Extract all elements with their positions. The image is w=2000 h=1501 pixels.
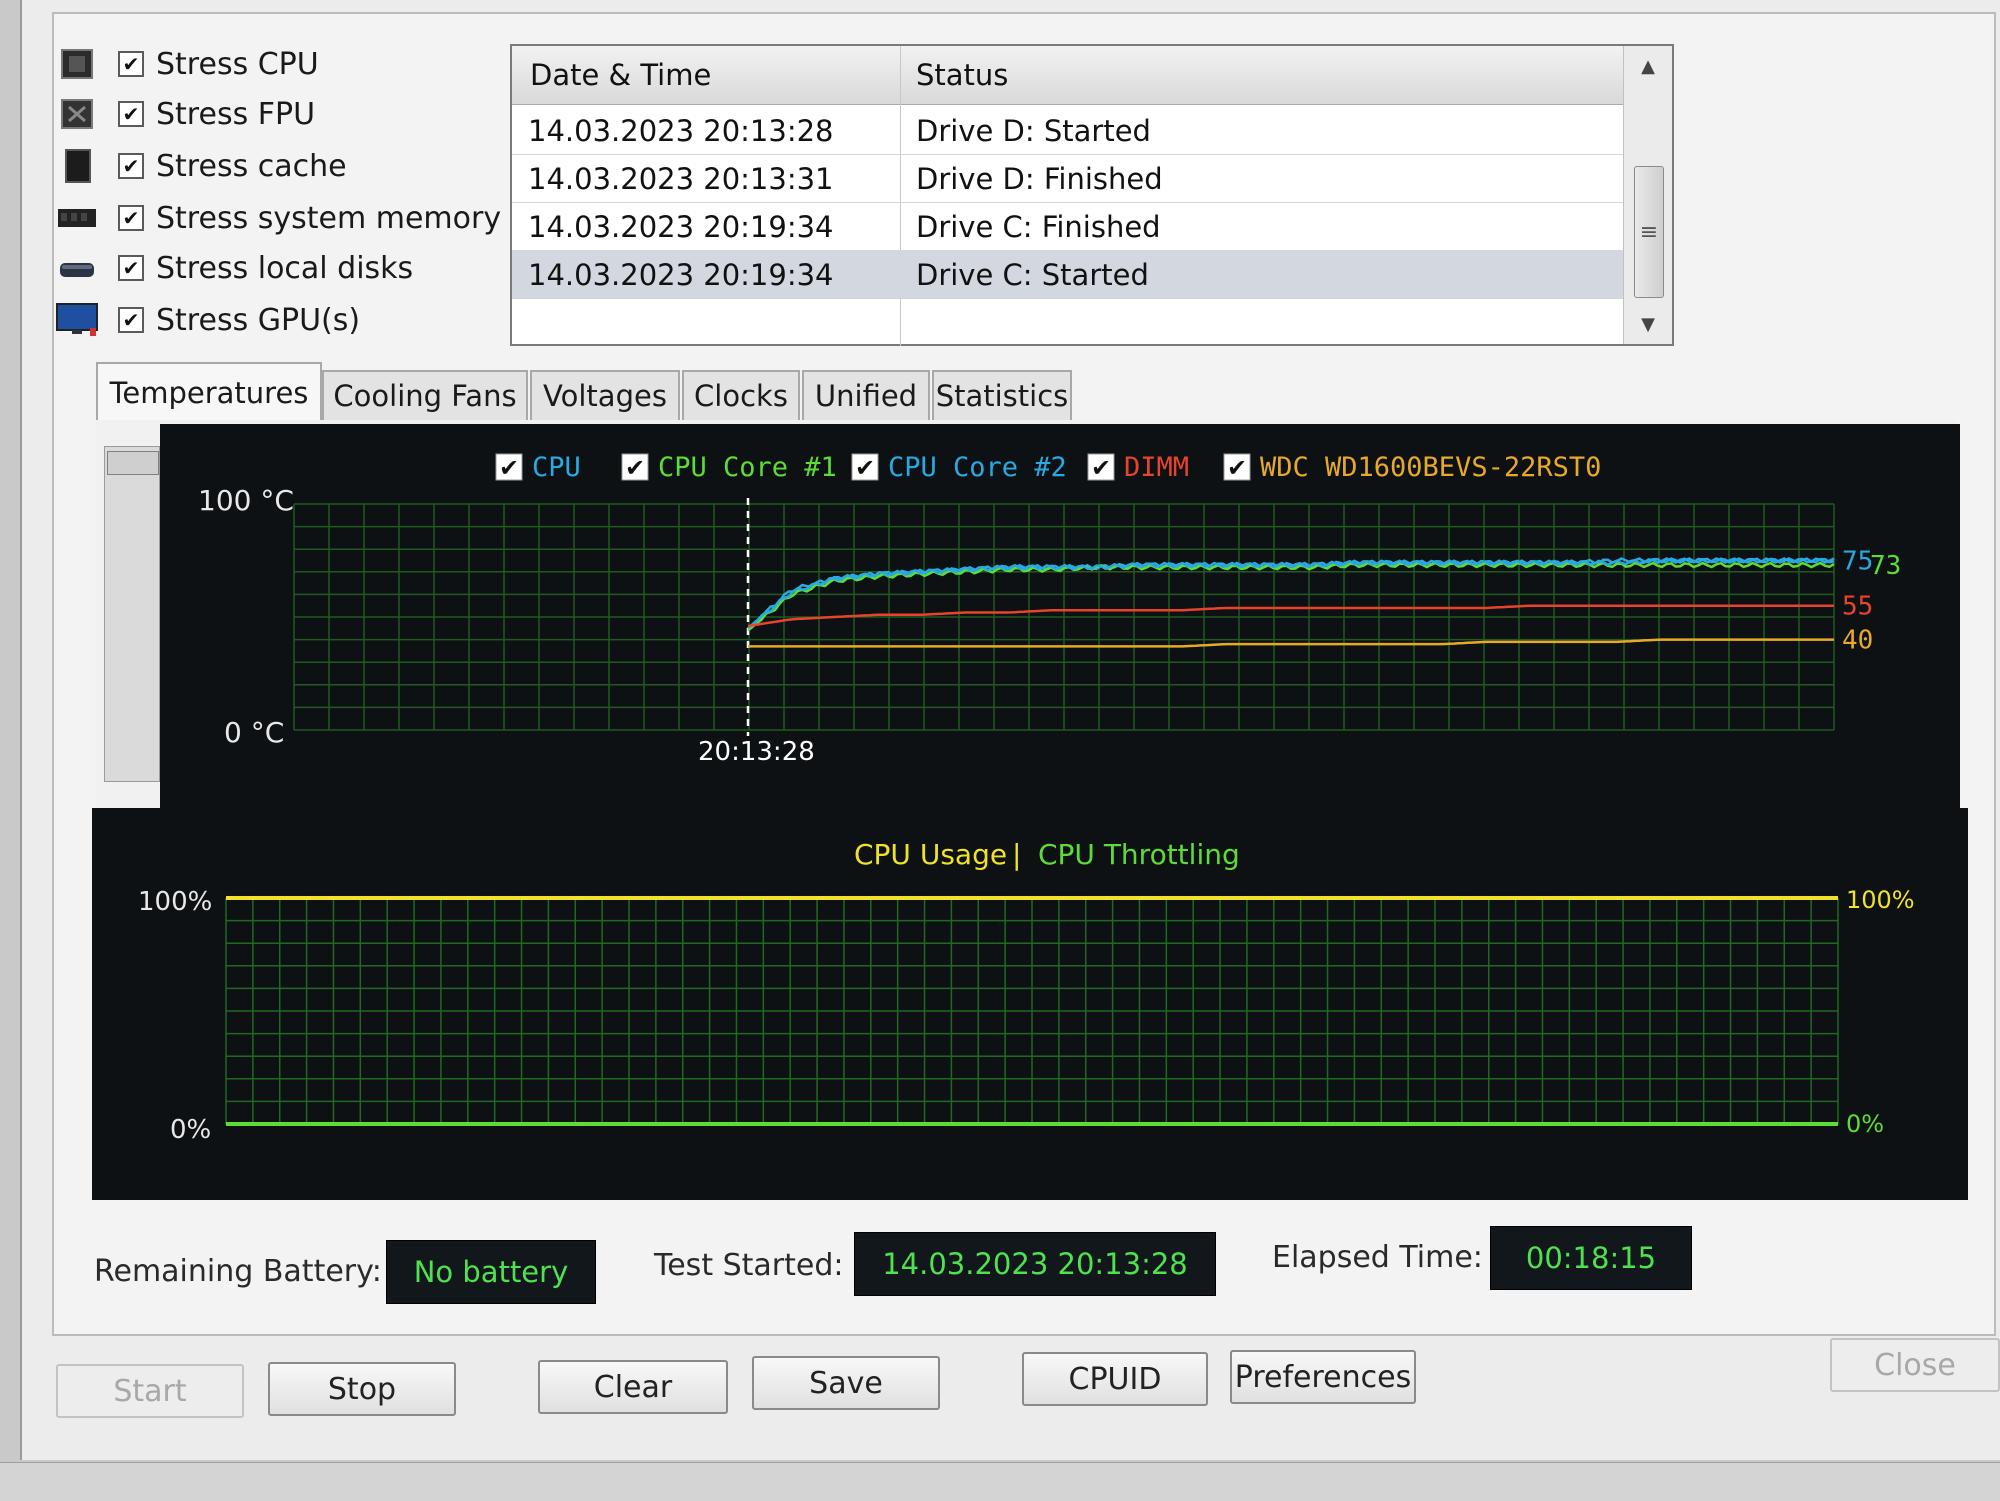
log-row-datetime: 14.03.2023 20:19:34	[528, 210, 834, 244]
temperature-chart: 100 °C 0 °C ✔ CPU ✔ CPU Core #1 ✔ CPU Core #2 ✔ D…	[160, 424, 1960, 808]
log-header-status[interactable]: Status	[916, 58, 1008, 92]
y-axis-top-label: 100 °C	[198, 484, 294, 517]
stress-memory-option[interactable]: ✔ Stress system memory	[56, 196, 501, 240]
log-row-datetime: 14.03.2023 20:13:31	[528, 162, 834, 196]
chart-background	[92, 808, 1968, 1200]
log-row[interactable]: 14.03.2023 20:13:28 Drive D: Started	[512, 106, 1624, 155]
series-end-label: 55	[1842, 592, 1873, 622]
fpu-chip-icon	[56, 97, 98, 131]
start-button[interactable]: Start	[56, 1364, 244, 1418]
y-axis-bottom-label: 0%	[170, 1115, 211, 1145]
legend-entry: DIMM	[1124, 452, 1189, 483]
scroll-up-icon[interactable]: ▲	[1624, 56, 1672, 77]
legend-entry: CPU	[532, 452, 581, 483]
stress-disks-label: Stress local disks	[156, 250, 414, 286]
right-top-label: 100%	[1846, 886, 1915, 914]
log-header-datetime[interactable]: Date & Time	[530, 58, 711, 92]
stress-cpu-label: Stress CPU	[156, 46, 319, 82]
tab-clocks[interactable]: Clocks	[682, 370, 800, 420]
log-row-status: Drive C: Started	[916, 258, 1149, 292]
log-scrollbar[interactable]: ▲ ≡ ▼	[1623, 46, 1672, 344]
preferences-button[interactable]: Preferences	[1230, 1350, 1416, 1404]
stress-memory-checkbox[interactable]: ✔	[118, 205, 144, 231]
save-button[interactable]: Save	[752, 1356, 940, 1410]
log-row-datetime: 14.03.2023 20:19:34	[528, 258, 834, 292]
chart-title-part: CPU Usage	[854, 838, 1007, 871]
cpu-usage-chart: CPU Usage | CPU Throttling 100% 0% 100% 0%	[92, 808, 1968, 1200]
monitor-icon	[56, 303, 98, 337]
stress-fpu-checkbox[interactable]: ✔	[118, 101, 144, 127]
slider-knob[interactable]	[107, 451, 159, 475]
legend-check-mark: ✔	[1091, 454, 1111, 482]
scroll-thumb[interactable]: ≡	[1634, 166, 1664, 298]
tab-statistics[interactable]: Statistics	[932, 370, 1072, 420]
legend-check-mark: ✔	[625, 454, 645, 482]
stress-disks-option[interactable]: ✔ Stress local disks	[56, 246, 413, 290]
y-axis-top-label: 100%	[138, 887, 212, 917]
legend-entry: WDC WD1600BEVS-22RST0	[1260, 452, 1601, 483]
cache-chip-icon	[56, 149, 98, 183]
cpuid-button[interactable]: CPUID	[1022, 1352, 1208, 1406]
series-end-label: 40	[1842, 626, 1873, 656]
y-axis-bottom-label: 0 °C	[224, 716, 284, 749]
clear-button[interactable]: Clear	[538, 1360, 728, 1414]
log-row-selected[interactable]: 14.03.2023 20:19:34 Drive C: Started	[512, 250, 1624, 299]
legend-entry: CPU Core #2	[888, 452, 1067, 483]
legend-check-mark: ✔	[855, 454, 875, 482]
x-axis-start-time: 20:13:28	[698, 737, 815, 767]
tab-temperatures[interactable]: Temperatures	[96, 362, 322, 422]
stress-cpu-option[interactable]: ✔ Stress CPU	[56, 42, 319, 86]
tab-cooling-fans[interactable]: Cooling Fans	[322, 370, 528, 420]
tab-unified[interactable]: Unified	[802, 370, 930, 420]
tab-voltages[interactable]: Voltages	[530, 370, 680, 420]
right-bottom-label: 0%	[1846, 1110, 1884, 1138]
stress-fpu-option[interactable]: ✔ Stress FPU	[56, 92, 315, 136]
log-row-status: Drive C: Finished	[916, 210, 1161, 244]
stress-cache-label: Stress cache	[156, 148, 347, 184]
log-row-status: Drive D: Started	[916, 114, 1151, 148]
stress-gpu-label: Stress GPU(s)	[156, 302, 361, 338]
chart-title-part: CPU Throttling	[1038, 838, 1240, 871]
legend-check-mark: ✔	[499, 454, 519, 482]
close-button[interactable]: Close	[1830, 1338, 2000, 1392]
event-log-table[interactable]: Date & Time Status 14.03.2023 20:13:28 D…	[510, 44, 1674, 346]
test-started-value: 14.03.2023 20:13:28	[854, 1232, 1216, 1296]
elapsed-time-value: 00:18:15	[1490, 1226, 1692, 1290]
memory-module-icon	[56, 201, 98, 235]
log-row[interactable]: 14.03.2023 20:19:34 Drive C: Finished	[512, 202, 1624, 251]
log-row-datetime: 14.03.2023 20:13:28	[528, 114, 834, 148]
log-row[interactable]: 14.03.2023 20:13:31 Drive D: Finished	[512, 154, 1624, 203]
test-started-label: Test Started:	[654, 1248, 844, 1283]
log-header: Date & Time Status	[512, 46, 1624, 105]
scroll-down-icon[interactable]: ▼	[1624, 314, 1672, 335]
hard-disk-icon	[56, 251, 98, 285]
graph-scroll-slider[interactable]	[104, 446, 160, 782]
stress-gpu-option[interactable]: ✔ Stress GPU(s)	[56, 298, 360, 342]
stress-cache-checkbox[interactable]: ✔	[118, 153, 144, 179]
stress-gpu-checkbox[interactable]: ✔	[118, 307, 144, 333]
series-end-label: 73	[1870, 551, 1901, 581]
stress-cpu-checkbox[interactable]: ✔	[118, 51, 144, 77]
series-end-label: 75	[1842, 547, 1873, 577]
log-row-status: Drive D: Finished	[916, 162, 1163, 196]
taskbar	[0, 1462, 2000, 1501]
stress-fpu-label: Stress FPU	[156, 96, 316, 132]
cpu-chip-icon	[56, 47, 98, 81]
legend-entry: CPU Core #1	[658, 452, 837, 483]
stress-memory-label: Stress system memory	[156, 200, 502, 236]
stress-disks-checkbox[interactable]: ✔	[118, 255, 144, 281]
battery-value: No battery	[386, 1240, 596, 1304]
legend-check-mark: ✔	[1227, 454, 1247, 482]
elapsed-time-label: Elapsed Time:	[1272, 1240, 1483, 1275]
stop-button[interactable]: Stop	[268, 1362, 456, 1416]
chart-title-part: |	[1012, 838, 1021, 871]
stress-cache-option[interactable]: ✔ Stress cache	[56, 144, 347, 188]
battery-label: Remaining Battery:	[94, 1254, 382, 1289]
